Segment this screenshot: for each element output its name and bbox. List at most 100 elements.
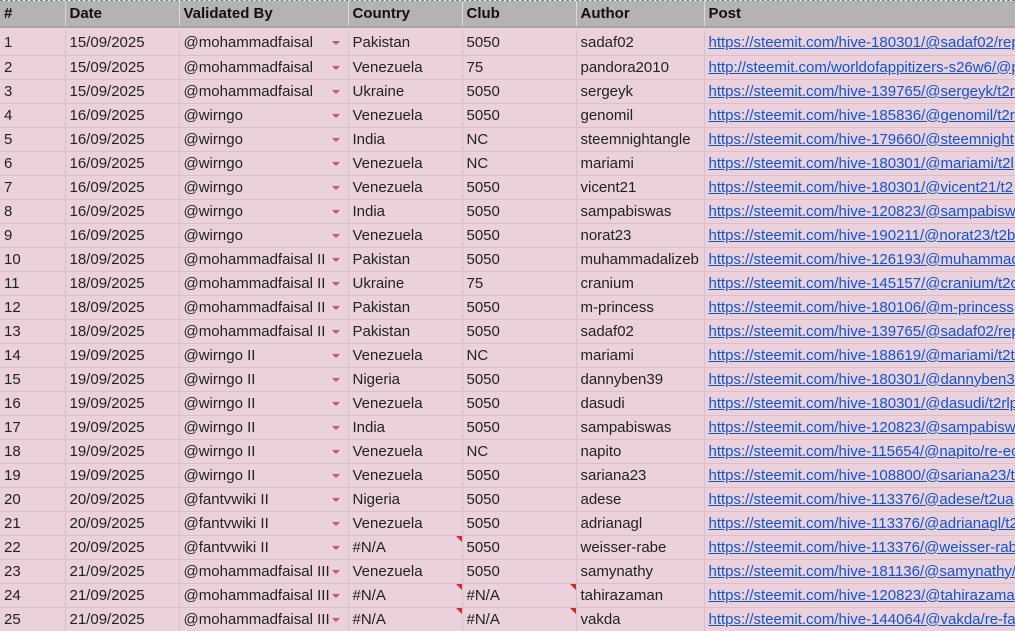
validated-by-cell[interactable]: @wirngo II (179, 415, 349, 440)
post-cell[interactable]: http://steemit.com/worldofappitizers-s26… (704, 55, 1015, 80)
club-cell[interactable]: 5050 (462, 79, 577, 104)
dropdown-arrow-icon[interactable] (331, 137, 340, 142)
validated-by-cell[interactable]: @wirngo II (179, 463, 349, 488)
country-cell[interactable]: Ukraine (348, 79, 463, 104)
row-number-cell[interactable]: 21 (0, 511, 66, 536)
club-cell[interactable]: 5050 (462, 511, 577, 536)
header-post[interactable]: Post (704, 1, 1015, 28)
post-cell[interactable]: https://steemit.com/hive-126193/@muhamma… (704, 247, 1015, 272)
row-number-cell[interactable]: 4 (0, 103, 66, 128)
author-cell[interactable]: pandora2010 (576, 55, 705, 80)
date-cell[interactable]: 21/09/2025 (65, 559, 180, 584)
post-cell[interactable]: https://steemit.com/hive-180301/@dasudi/… (704, 391, 1015, 416)
country-cell[interactable]: Venezuela (348, 511, 463, 536)
dropdown-arrow-icon[interactable] (331, 233, 340, 238)
dropdown-arrow-icon[interactable] (331, 65, 340, 70)
validated-by-cell[interactable]: @wirngo (179, 127, 349, 152)
post-link[interactable]: https://steemit.com/hive-139765/@sergeyk… (709, 83, 1015, 100)
post-link[interactable]: https://steemit.com/hive-188619/@mariami… (709, 347, 1015, 364)
date-cell[interactable]: 19/09/2025 (65, 463, 180, 488)
post-cell[interactable]: https://steemit.com/hive-115654/@napito/… (704, 439, 1015, 464)
validated-by-cell[interactable]: @wirngo II (179, 439, 349, 464)
date-cell[interactable]: 19/09/2025 (65, 391, 180, 416)
dropdown-arrow-icon[interactable] (331, 41, 340, 45)
author-cell[interactable]: cranium (576, 271, 705, 296)
row-number-cell[interactable]: 22 (0, 535, 66, 560)
club-cell[interactable]: #N/A (462, 583, 577, 608)
club-cell[interactable]: 5050 (462, 199, 577, 224)
dropdown-arrow-icon[interactable] (331, 521, 340, 526)
country-cell[interactable]: Venezuela (348, 343, 463, 368)
club-cell[interactable]: 5050 (462, 487, 577, 512)
author-cell[interactable]: norat23 (576, 223, 705, 248)
author-cell[interactable]: dannyben39 (576, 367, 705, 392)
country-cell[interactable]: Pakistan (348, 31, 463, 56)
post-link[interactable]: https://steemit.com/hive-120823/@tahiraz… (709, 587, 1015, 604)
country-cell[interactable]: Venezuela (348, 559, 463, 584)
row-number-cell[interactable]: 6 (0, 151, 66, 176)
club-cell[interactable]: 5050 (462, 247, 577, 272)
date-cell[interactable]: 16/09/2025 (65, 199, 180, 224)
dropdown-arrow-icon[interactable] (331, 377, 340, 382)
club-cell[interactable]: 5050 (462, 391, 577, 416)
row-number-cell[interactable]: 8 (0, 199, 66, 224)
date-cell[interactable]: 21/09/2025 (65, 583, 180, 608)
country-cell[interactable]: India (348, 127, 463, 152)
row-number-cell[interactable]: 24 (0, 583, 66, 608)
dropdown-arrow-icon[interactable] (331, 353, 340, 358)
dropdown-arrow-icon[interactable] (331, 593, 340, 598)
validated-by-cell[interactable]: @mohammadfaisal III (179, 559, 349, 584)
club-cell[interactable]: #N/A (462, 607, 577, 631)
club-cell[interactable]: 5050 (462, 103, 577, 128)
header-country[interactable]: Country (348, 1, 463, 28)
dropdown-arrow-icon[interactable] (331, 209, 340, 214)
author-cell[interactable]: sadaf02 (576, 319, 705, 344)
country-cell[interactable]: Nigeria (348, 367, 463, 392)
date-cell[interactable]: 20/09/2025 (65, 487, 180, 512)
validated-by-cell[interactable]: @wirngo (179, 103, 349, 128)
dropdown-arrow-icon[interactable] (331, 329, 340, 334)
dropdown-arrow-icon[interactable] (331, 473, 340, 478)
post-link[interactable]: https://steemit.com/hive-115654/@napito/… (709, 443, 1015, 460)
row-number-cell[interactable]: 15 (0, 367, 66, 392)
country-cell[interactable]: Pakistan (348, 319, 463, 344)
post-cell[interactable]: https://steemit.com/hive-108800/@sariana… (704, 463, 1015, 488)
author-cell[interactable]: sariana23 (576, 463, 705, 488)
post-link[interactable]: https://steemit.com/hive-108800/@sariana… (709, 467, 1015, 484)
post-link[interactable]: https://steemit.com/hive-180301/@vicent2… (709, 179, 1014, 196)
dropdown-arrow-icon[interactable] (331, 425, 340, 430)
post-cell[interactable]: https://steemit.com/hive-120823/@sampabi… (704, 199, 1015, 224)
date-cell[interactable]: 15/09/2025 (65, 79, 180, 104)
post-link[interactable]: https://steemit.com/hive-113376/@weisser… (709, 539, 1015, 556)
validated-by-cell[interactable]: @fantvwiki II (179, 511, 349, 536)
author-cell[interactable]: muhammadalizeb (576, 247, 705, 272)
header-number[interactable]: # (0, 1, 66, 28)
post-cell[interactable]: https://steemit.com/hive-180301/@sadaf02… (704, 31, 1015, 56)
date-cell[interactable]: 19/09/2025 (65, 343, 180, 368)
header-author[interactable]: Author (576, 1, 705, 28)
post-link[interactable]: https://steemit.com/hive-113376/@adese/t… (709, 491, 1014, 508)
author-cell[interactable]: samynathy (576, 559, 705, 584)
club-cell[interactable]: NC (462, 151, 577, 176)
row-number-cell[interactable]: 2 (0, 55, 66, 80)
row-number-cell[interactable]: 9 (0, 223, 66, 248)
dropdown-arrow-icon[interactable] (331, 113, 340, 118)
club-cell[interactable]: NC (462, 127, 577, 152)
country-cell[interactable]: Venezuela (348, 223, 463, 248)
post-link[interactable]: https://steemit.com/hive-180301/@dasudi/… (709, 395, 1015, 412)
post-link[interactable]: https://steemit.com/hive-180301/@mariami… (709, 155, 1014, 172)
post-cell[interactable]: https://steemit.com/hive-180301/@dannybe… (704, 367, 1015, 392)
dropdown-arrow-icon[interactable] (331, 617, 340, 622)
author-cell[interactable]: adrianagl (576, 511, 705, 536)
post-link[interactable]: https://steemit.com/hive-179660/@steemni… (709, 131, 1014, 148)
dropdown-arrow-icon[interactable] (331, 449, 340, 454)
post-cell[interactable]: https://steemit.com/hive-180301/@vicent2… (704, 175, 1015, 200)
post-cell[interactable]: https://steemit.com/hive-145157/@cranium… (704, 271, 1015, 296)
row-number-cell[interactable]: 18 (0, 439, 66, 464)
date-cell[interactable]: 16/09/2025 (65, 103, 180, 128)
validated-by-cell[interactable]: @wirngo (179, 151, 349, 176)
club-cell[interactable]: 5050 (462, 295, 577, 320)
author-cell[interactable]: genomil (576, 103, 705, 128)
date-cell[interactable]: 16/09/2025 (65, 151, 180, 176)
validated-by-cell[interactable]: @mohammadfaisal II (179, 247, 349, 272)
